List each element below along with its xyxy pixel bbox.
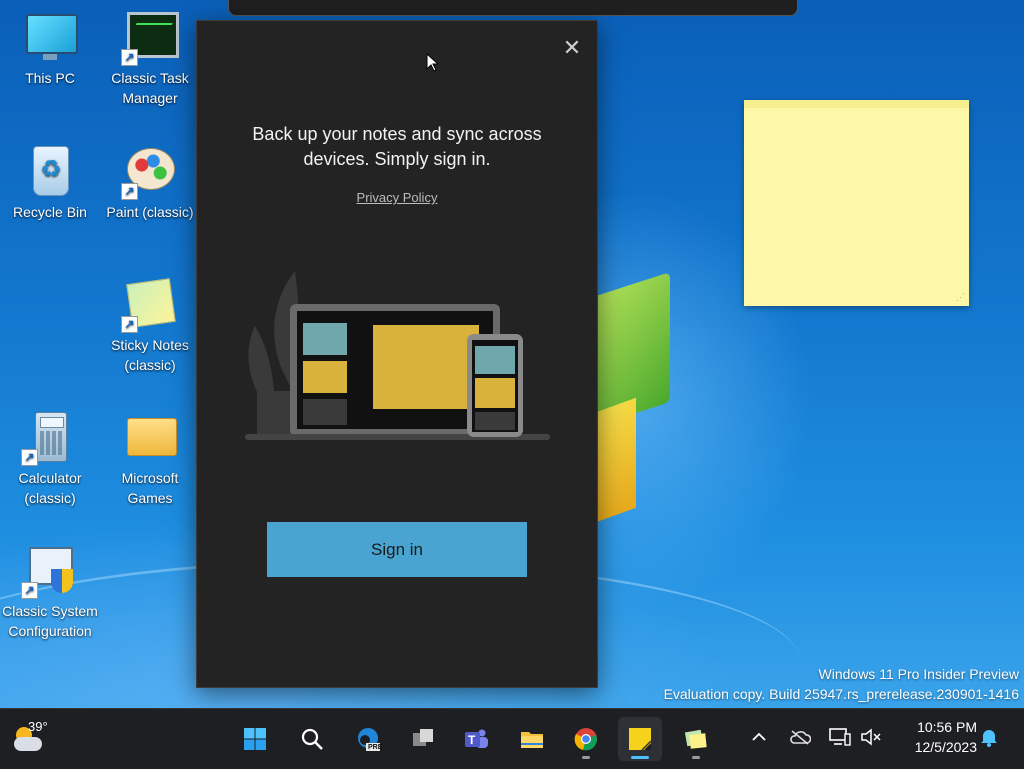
teams-badge: T <box>468 733 476 747</box>
desktop-icon-label: Classic Task Manager <box>111 70 189 106</box>
clock-date: 12/5/2023 <box>914 739 977 755</box>
desktop-icon-paint[interactable]: ↗ Paint (classic) <box>102 144 198 222</box>
network-tray-icon[interactable] <box>828 725 852 749</box>
desktop-icon-label: Sticky Notes (classic) <box>111 337 189 373</box>
shortcut-arrow-icon: ↗ <box>21 582 38 599</box>
wallpaper-yellow-shape <box>596 397 636 523</box>
top-window-edge <box>228 0 798 16</box>
desktop-icon-label: Classic System Configuration <box>2 603 98 639</box>
this-pc-icon <box>23 10 78 64</box>
cloud-offline-icon <box>790 730 812 745</box>
desktop-icon-sticky-notes[interactable]: ↗ Sticky Notes (classic) <box>102 277 198 375</box>
sticky-notes-classic-button[interactable] <box>674 717 718 761</box>
resize-grip-icon[interactable]: ⋰ <box>956 292 965 303</box>
close-button[interactable]: ✕ <box>555 33 589 63</box>
desktop-icon-this-pc[interactable]: This PC <box>2 10 98 88</box>
watermark-build: Evaluation copy. Build 25947.rs_prerelea… <box>663 686 1019 702</box>
clock-time: 10:56 PM <box>917 719 977 735</box>
show-hidden-icons-chevron[interactable] <box>747 725 771 749</box>
file-explorer-button[interactable] <box>510 717 554 761</box>
chrome-button[interactable] <box>564 717 608 761</box>
dialog-title: Back up your notes and sync across devic… <box>252 124 542 169</box>
search-button[interactable] <box>290 717 334 761</box>
devices-sync-illustration <box>245 271 550 440</box>
notifications-button[interactable] <box>977 725 1001 749</box>
sticky-notes-classic-icon <box>684 729 707 749</box>
desktop-icon-calculator[interactable]: ↗ Calculator (classic) <box>2 410 98 508</box>
chrome-icon <box>574 728 597 751</box>
desktop: This PC ↗ Classic Task Manager ♻ Recycle… <box>0 0 1024 708</box>
edge-preview-button[interactable]: PRE <box>346 717 390 761</box>
sticky-notes-icon <box>629 728 652 751</box>
weather-widget[interactable]: 39° <box>10 719 70 759</box>
sticky-note-title-bar[interactable] <box>744 100 969 108</box>
privacy-policy-link[interactable]: Privacy Policy <box>337 190 457 205</box>
shortcut-arrow-icon: ↗ <box>121 183 138 200</box>
folder-icon <box>521 732 543 748</box>
shortcut-arrow-icon: ↗ <box>121 316 138 333</box>
desktop-icon-label: This PC <box>25 70 75 86</box>
desktop-icon-task-manager[interactable]: ↗ Classic Task Manager <box>102 10 198 108</box>
desktop-icon-label: Recycle Bin <box>13 204 87 220</box>
task-view-button[interactable] <box>401 717 445 761</box>
shortcut-arrow-icon: ↗ <box>21 449 38 466</box>
volume-muted-icon <box>861 728 881 746</box>
desktop-icon-label: Microsoft Games <box>121 470 179 506</box>
system-clock[interactable]: 10:56 PM 12/5/2023 <box>895 717 977 757</box>
sticky-note[interactable]: ⋰ <box>744 100 969 306</box>
weather-temperature: 39° <box>28 719 48 734</box>
edge-pre-badge: PRE <box>368 744 383 751</box>
onedrive-tray-icon[interactable] <box>788 725 812 749</box>
volume-tray-icon[interactable] <box>859 725 883 749</box>
start-button[interactable] <box>233 717 277 761</box>
folder-icon <box>123 410 177 464</box>
desktop-icon-microsoft-games[interactable]: Microsoft Games <box>102 410 198 508</box>
chevron-up-icon <box>752 732 766 741</box>
desktop-icon-label: Paint (classic) <box>106 204 194 220</box>
task-manager-icon: ↗ <box>121 10 179 66</box>
search-icon <box>301 728 323 750</box>
calculator-icon: ↗ <box>21 410 77 466</box>
desktop-icon-system-config[interactable]: ↗ Classic System Configuration <box>2 543 98 641</box>
windows-logo-icon <box>244 728 266 750</box>
desktop-icon-recycle-bin[interactable]: ♻ Recycle Bin <box>2 144 98 222</box>
sign-in-button[interactable]: Sign in <box>267 522 527 577</box>
sticky-notes-button[interactable] <box>618 717 662 761</box>
bell-icon <box>981 730 997 747</box>
shortcut-arrow-icon: ↗ <box>121 49 138 66</box>
evaluation-watermark: Windows 11 Pro Insider Preview Evaluatio… <box>664 664 1019 704</box>
taskbar: 39° PRE T 10:56 PM 12/5/2023 <box>0 708 1024 769</box>
system-config-icon: ↗ <box>21 543 77 599</box>
recycle-bin-icon: ♻ <box>23 144 77 198</box>
paint-icon: ↗ <box>121 144 177 200</box>
teams-button[interactable]: T <box>454 717 498 761</box>
task-view-icon <box>413 729 433 746</box>
network-icon <box>829 728 851 746</box>
watermark-edition: Windows 11 Pro Insider Preview <box>818 666 1019 682</box>
desktop-icon-label: Calculator (classic) <box>18 470 82 506</box>
sign-in-dialog: ✕ Back up your notes and sync across dev… <box>196 20 598 688</box>
mouse-cursor-icon <box>426 53 438 72</box>
sticky-notes-icon: ↗ <box>121 277 177 333</box>
